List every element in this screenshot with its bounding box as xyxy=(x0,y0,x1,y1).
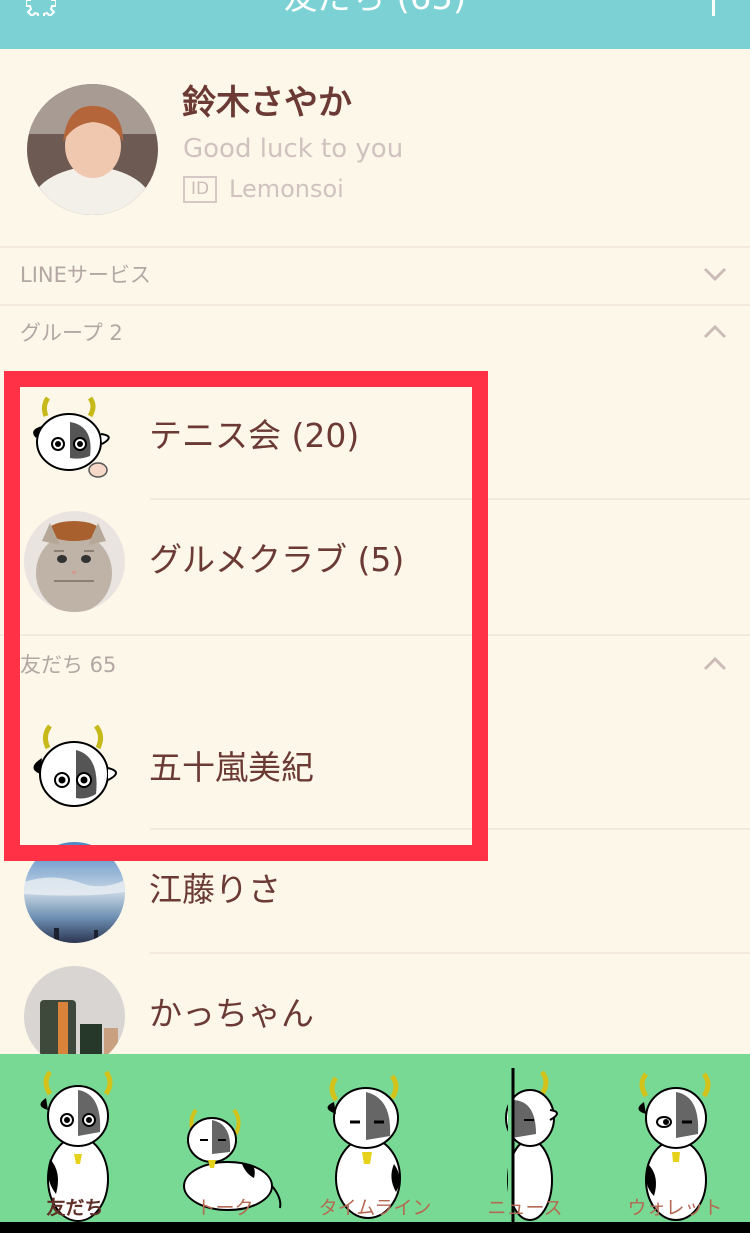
bottom-edge xyxy=(0,1222,750,1233)
cow-character-avatar xyxy=(24,718,125,819)
tab-label: 友だち xyxy=(46,1197,104,1219)
tab-timeline[interactable]: タイムライン xyxy=(300,1054,450,1222)
page-title: 友だち (65) xyxy=(0,0,750,18)
section-label: グループ 2 xyxy=(20,321,123,345)
my-profile[interactable]: 鈴木さやか Good luck to you ID Lemonsoi xyxy=(0,49,750,246)
section-label: LINEサービス xyxy=(20,263,151,287)
tab-label: トーク xyxy=(196,1197,254,1219)
profile-avatar[interactable] xyxy=(27,84,158,215)
friend-name: 五十嵐美紀 xyxy=(149,748,314,787)
id-badge: ID xyxy=(183,175,217,203)
profile-name: 鈴木さやか xyxy=(182,83,352,123)
profile-status-message: Good luck to you xyxy=(183,134,404,164)
cat-photo-avatar xyxy=(24,511,125,612)
section-friends[interactable]: 友だち 65 xyxy=(0,634,750,704)
tab-friends[interactable]: 友だち xyxy=(0,1054,150,1222)
cow-character-avatar xyxy=(24,386,125,487)
profile-id: Lemonsoi xyxy=(229,175,344,203)
tab-wallet[interactable]: ウォレット xyxy=(600,1054,750,1222)
friend-row[interactable]: 江藤りさ xyxy=(0,830,750,954)
tab-bar: 友だち トーク タイムライン ニュース ウォレット xyxy=(0,1054,750,1222)
group-row[interactable]: テニス会 (20) xyxy=(0,376,750,500)
friends-screen: 友だち (65) 鈴木さやか Good luck to you ID Lemon… xyxy=(0,0,750,1233)
sky-photo-avatar xyxy=(24,842,125,943)
chevron-down-icon[interactable] xyxy=(703,266,727,282)
profile-id-row: ID Lemonsoi xyxy=(183,175,344,203)
header-bar: 友だち (65) xyxy=(0,0,750,49)
tab-news[interactable]: ニュース xyxy=(450,1054,600,1222)
tab-label: ウォレット xyxy=(627,1197,723,1219)
friend-name: 江藤りさ xyxy=(149,870,281,909)
group-name: テニス会 (20) xyxy=(149,416,360,455)
friend-row[interactable]: 五十嵐美紀 xyxy=(0,706,750,830)
add-friend-icon[interactable] xyxy=(700,0,726,16)
group-row[interactable]: グルメクラブ (5) xyxy=(0,500,750,624)
chevron-up-icon[interactable] xyxy=(703,656,727,672)
section-groups[interactable]: グループ 2 xyxy=(0,304,750,362)
chevron-up-icon[interactable] xyxy=(703,324,727,340)
group-name: グルメクラブ (5) xyxy=(149,540,405,579)
tab-label: ニュース xyxy=(487,1197,563,1219)
tab-talk[interactable]: トーク xyxy=(150,1054,300,1222)
jar-photo-avatar xyxy=(24,966,125,1067)
section-line-services[interactable]: LINEサービス xyxy=(0,246,750,304)
friend-name: かっちゃん xyxy=(149,994,314,1033)
tab-label: タイムライン xyxy=(318,1197,432,1219)
section-label: 友だち 65 xyxy=(20,653,117,677)
